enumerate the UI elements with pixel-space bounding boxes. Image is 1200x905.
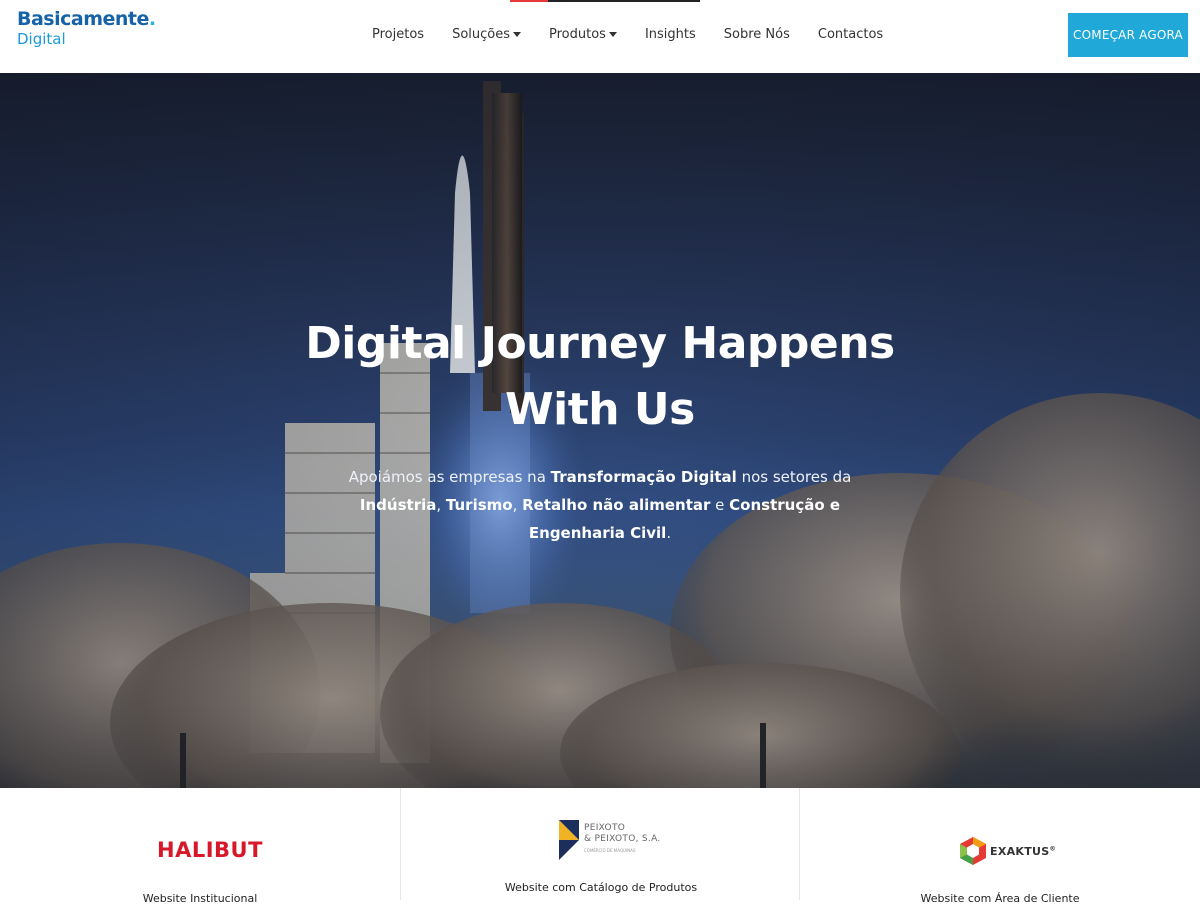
client-caption: Website com Área de Cliente <box>920 892 1080 905</box>
start-now-button[interactable]: COMEÇAR AGORA <box>1068 13 1188 57</box>
client-card-peixoto[interactable]: PEIXOTO & PEIXOTO, S.A. COMÉRCIO DE MÁQUI… <box>400 788 800 900</box>
nav-insights[interactable]: Insights <box>645 24 696 44</box>
exaktus-hexagon-icon <box>960 837 986 865</box>
logo-sub-text: Digital <box>17 30 66 48</box>
logo-main-text: Basicamente. <box>17 8 156 30</box>
hero-section: Digital Journey Happens With Us Apoiámos … <box>0 73 1200 788</box>
nav-contactos[interactable]: Contactos <box>818 24 883 44</box>
nav-produtos[interactable]: Produtos <box>549 24 617 44</box>
client-card-exaktus[interactable]: EXAKTUS® Website com Área de Cliente <box>800 788 1200 905</box>
caret-down-icon <box>608 31 617 37</box>
client-caption: Website com Catálogo de Produtos <box>504 881 698 894</box>
site-header: Basicamente. Digital Projetos Soluções P… <box>0 0 1200 73</box>
brand-logo[interactable]: Basicamente. Digital <box>17 10 156 47</box>
nav-projetos[interactable]: Projetos <box>372 24 424 44</box>
nav-solucoes[interactable]: Soluções <box>452 24 521 44</box>
peixoto-logo: PEIXOTO & PEIXOTO, S.A. COMÉRCIO DE MÁQUI… <box>559 820 660 862</box>
top-accent-bar <box>510 0 700 2</box>
nav-sobre-nos[interactable]: Sobre Nós <box>724 24 790 44</box>
client-card-halibut[interactable]: HALIBUT Website Institucional <box>0 788 400 905</box>
peixoto-name: PEIXOTO & PEIXOTO, S.A. <box>584 823 661 844</box>
peixoto-tagline: COMÉRCIO DE MÁQUINAS <box>584 848 636 853</box>
exaktus-wordmark: EXAKTUS® <box>990 844 1056 858</box>
halibut-logo: HALIBUT <box>157 838 263 862</box>
exaktus-logo: EXAKTUS® <box>960 836 1056 866</box>
hero-title: Digital Journey Happens With Us <box>305 318 895 435</box>
main-nav: Projetos Soluções Produtos Insights Sobr… <box>372 24 911 44</box>
caret-down-icon <box>513 31 521 37</box>
hero-description: Apoiámos as empresas na Transformação Di… <box>348 468 852 542</box>
peixoto-mark-icon <box>559 820 579 860</box>
clients-section: HALIBUT Website Institucional PEIXOTO & P… <box>0 788 1200 905</box>
client-caption: Website Institucional <box>142 892 258 905</box>
